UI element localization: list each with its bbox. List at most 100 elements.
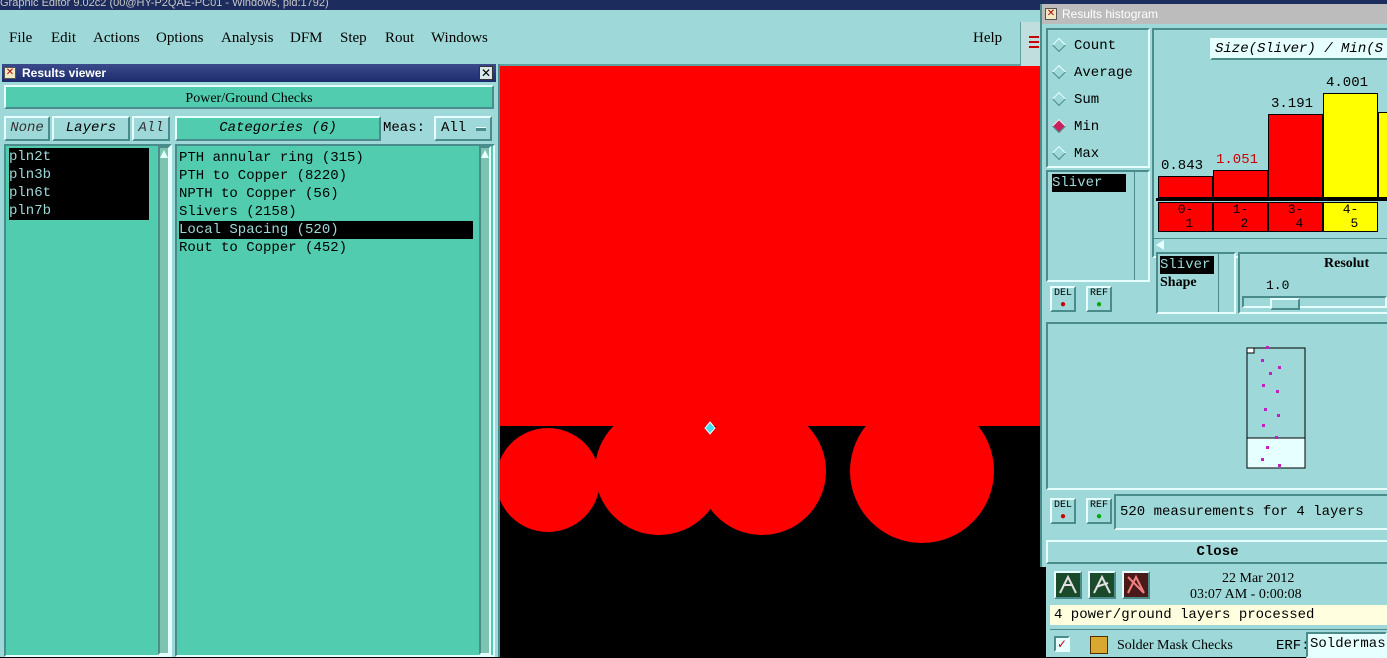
ref-button[interactable]: REF ● (1086, 498, 1112, 524)
chart-baseline (1156, 198, 1387, 201)
window-menu-icon[interactable]: ✕ (4, 67, 16, 79)
radio-icon (1051, 38, 1067, 53)
histogram-bar-partial[interactable] (1378, 112, 1387, 198)
step-icon[interactable] (1088, 571, 1116, 599)
meas-label: Meas: (383, 120, 426, 136)
measure-item[interactable]: Shape (1160, 274, 1197, 292)
filter-list[interactable]: Sliver (1046, 170, 1150, 282)
histogram-bar[interactable] (1268, 114, 1323, 198)
close-icon[interactable]: ✕ (479, 66, 493, 80)
ref-button[interactable]: REF ● (1086, 286, 1112, 312)
histogram-title: Results histogram (1062, 7, 1159, 21)
measure-scrollbar[interactable] (1218, 254, 1230, 312)
layers-scrollbar[interactable] (158, 146, 170, 655)
run-icon[interactable] (1054, 571, 1082, 599)
stop-icon[interactable] (1122, 571, 1150, 599)
menu-step[interactable]: Step (340, 30, 367, 47)
window-menu-icon[interactable]: ✕ (1045, 8, 1057, 20)
menu-help[interactable]: Help (973, 30, 1002, 47)
erf-field[interactable]: Soldermas (1306, 632, 1387, 658)
dropdown-icon (476, 127, 486, 131)
status-date: 22 Mar 2012 (1222, 571, 1295, 586)
radio-min[interactable]: Min (1051, 119, 1099, 135)
layers-button[interactable]: Layers (52, 116, 130, 141)
histogram-bar[interactable] (1323, 93, 1378, 198)
check-enable-checkbox[interactable]: ✓ (1054, 636, 1070, 652)
menu-bar: File Edit Actions Options Analysis DFM S… (0, 10, 1040, 66)
menu-dfm[interactable]: DFM (290, 30, 323, 47)
copper-plane (500, 66, 1040, 426)
status-time: 03:07 AM - 0:00:08 (1190, 587, 1302, 602)
filter-item[interactable]: Sliver (1052, 174, 1126, 192)
toolbar-edge (1020, 22, 1040, 66)
radio-average[interactable]: Average (1051, 65, 1133, 81)
histogram-bar[interactable] (1158, 176, 1213, 198)
category-item[interactable]: PTH to Copper (8220) (179, 167, 473, 185)
scroll-up-icon[interactable] (481, 150, 489, 158)
measurement-count: 520 measurements for 4 layers (1114, 494, 1387, 530)
radio-sum[interactable]: Sum (1051, 92, 1099, 108)
histogram-bin-label[interactable]: 4- 5 (1323, 202, 1378, 232)
menu-file[interactable]: File (9, 30, 32, 47)
radio-icon (1051, 65, 1067, 80)
histogram-bin-label[interactable]: 3- 4 (1268, 202, 1323, 232)
categories-button[interactable]: Categories (6) (175, 116, 381, 141)
measure-item[interactable]: Sliver (1160, 256, 1214, 274)
chart-hscrollbar[interactable] (1154, 238, 1387, 250)
histogram-chart[interactable]: Size(Sliver) / Min(S 0.843 0- 1 1.051 1- 23… (1152, 28, 1387, 258)
category-item[interactable]: PTH annular ring (315) (179, 149, 473, 167)
layers-list[interactable]: pln2t pln3b pln6t pln7b (4, 144, 172, 657)
bar-value-label: 4.001 (1326, 75, 1369, 91)
category-item[interactable]: Rout to Copper (452) (179, 239, 473, 257)
bars-layer: 0.843 0- 1 1.051 1- 2 3.191 3- 4 4.001 4- 5 (1154, 30, 1387, 256)
window-title: Graphic Editor 9.02c2 (00@HY-P2QAE-PC01 … (0, 0, 329, 9)
status-message: 4 power/ground layers processed (1050, 605, 1387, 625)
radio-count[interactable]: Count (1051, 38, 1116, 54)
copper-pad (500, 428, 600, 532)
layer-item[interactable]: pln3b (9, 166, 149, 184)
radio-max[interactable]: Max (1051, 146, 1099, 162)
radio-icon (1051, 92, 1067, 107)
check-row: ✓ Solder Mask Checks ERF: Soldermas (1050, 629, 1387, 658)
bar-value-label: 3.191 (1271, 96, 1314, 112)
resolution-slider[interactable] (1242, 296, 1387, 310)
results-viewer-title-bar: Results viewer (2, 64, 496, 82)
del-button[interactable]: DEL ● (1050, 498, 1076, 524)
meas-dropdown[interactable]: All (434, 116, 492, 141)
bar-value-label: 0.843 (1161, 158, 1204, 174)
all-button[interactable]: All (132, 116, 170, 141)
copper-pad (850, 399, 994, 543)
scroll-up-icon[interactable] (160, 150, 168, 158)
del-button[interactable]: DEL ● (1050, 286, 1076, 312)
menu-edit[interactable]: Edit (51, 30, 76, 47)
menu-rout[interactable]: Rout (385, 30, 414, 47)
category-item-selected[interactable]: Local Spacing (520) (179, 221, 473, 239)
preview-panel (1046, 322, 1387, 490)
none-button[interactable]: None (4, 116, 50, 141)
slider-thumb[interactable] (1270, 298, 1300, 310)
filter-scrollbar[interactable] (1134, 172, 1146, 280)
measure-list[interactable]: Sliver Shape (1156, 252, 1236, 314)
categories-scrollbar[interactable] (479, 146, 491, 655)
check-icon (1090, 636, 1108, 654)
radio-checked-icon (1051, 119, 1067, 134)
menu-windows[interactable]: Windows (431, 30, 488, 47)
graphic-canvas[interactable] (500, 66, 1040, 657)
category-item[interactable]: NPTH to Copper (56) (179, 185, 473, 203)
menu-options[interactable]: Options (156, 30, 204, 47)
aggregate-mode-group: Count Average Sum Min Max (1046, 28, 1150, 168)
menu-actions[interactable]: Actions (93, 30, 140, 47)
layer-item[interactable]: pln7b (9, 202, 149, 220)
check-name[interactable]: Solder Mask Checks (1117, 638, 1233, 654)
histogram-bar[interactable] (1213, 170, 1268, 198)
category-item[interactable]: Slivers (2158) (179, 203, 473, 221)
layer-item[interactable]: pln6t (9, 184, 149, 202)
layer-item[interactable]: pln2t (9, 148, 149, 166)
scroll-left-icon[interactable] (1156, 240, 1164, 250)
menu-analysis[interactable]: Analysis (221, 30, 274, 47)
bar-value-label: 1.051 (1216, 152, 1259, 168)
histogram-bin-label[interactable]: 0- 1 (1158, 202, 1213, 232)
histogram-bin-label[interactable]: 1- 2 (1213, 202, 1268, 232)
categories-list[interactable]: PTH annular ring (315) PTH to Copper (82… (175, 144, 495, 657)
close-button[interactable]: Close (1046, 540, 1387, 564)
